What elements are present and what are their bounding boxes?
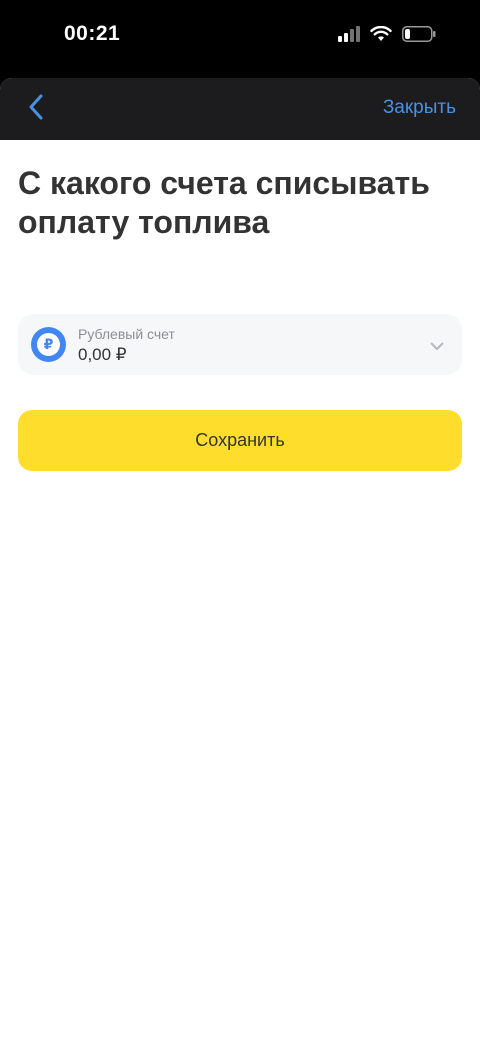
ruble-icon-glyph: ₽ [37, 333, 60, 356]
page-title: С какого счета списывать оплату топлива [18, 165, 430, 240]
account-balance: 0,00 ₽ [78, 345, 127, 364]
navigation-bar: Закрыть [0, 78, 480, 140]
status-bar: 00:21 [0, 0, 480, 78]
chevron-left-icon [28, 94, 44, 125]
wifi-icon [370, 25, 392, 47]
status-time: 00:21 [64, 22, 121, 45]
account-name: Рублевый счет [78, 326, 175, 342]
cellular-signal-icon [338, 26, 360, 47]
chevron-down-icon [430, 338, 444, 356]
close-button[interactable]: Закрыть [383, 97, 456, 119]
ruble-icon: ₽ [31, 327, 66, 362]
status-icons [338, 25, 436, 47]
account-selector[interactable]: ₽ Рублевый счет 0,00 ₽ [18, 314, 462, 375]
battery-icon [402, 26, 436, 47]
back-button[interactable] [18, 91, 54, 127]
modal-sheet: Закрыть С какого счета списывать оплату … [0, 78, 480, 1043]
save-button[interactable]: Сохранить [18, 410, 462, 471]
